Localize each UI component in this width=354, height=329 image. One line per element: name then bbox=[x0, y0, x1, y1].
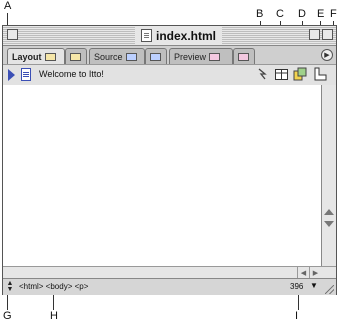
page-icon bbox=[21, 68, 31, 81]
window-size-menu-icon[interactable]: ▼ bbox=[310, 281, 318, 290]
tab-preview[interactable]: Preview bbox=[169, 48, 233, 64]
disclosure-triangle-icon[interactable] bbox=[8, 69, 15, 81]
callout-e: E bbox=[317, 8, 325, 20]
tab-source-label: Source bbox=[94, 51, 123, 62]
layout-alt-icon bbox=[70, 52, 81, 61]
close-box-icon[interactable] bbox=[7, 29, 18, 40]
scroll-right-arrow-icon[interactable]: ▶ bbox=[309, 267, 321, 278]
tag-selector[interactable]: <html> <body> <p> bbox=[19, 282, 88, 291]
window-title-group: index.html bbox=[135, 27, 223, 44]
options-menu-button[interactable]: ▶ bbox=[321, 49, 333, 61]
zoom-box-icon[interactable] bbox=[309, 29, 320, 40]
table-icon[interactable] bbox=[274, 67, 288, 81]
collapse-box-icon[interactable] bbox=[322, 29, 333, 40]
source-alt-icon bbox=[150, 52, 161, 61]
callout-h: H bbox=[50, 310, 58, 322]
scroll-down-arrow-icon[interactable] bbox=[324, 221, 334, 227]
tab-layout-label: Layout bbox=[12, 51, 42, 62]
link-warning-icon[interactable] bbox=[255, 67, 269, 81]
source-view-icon bbox=[125, 52, 137, 61]
tab-layout-alt[interactable] bbox=[65, 48, 87, 64]
resize-grip-icon[interactable] bbox=[325, 285, 334, 294]
page-toolbar: Welcome to Itto! bbox=[3, 64, 336, 86]
page-properties-icon[interactable] bbox=[313, 67, 327, 81]
callout-g: G bbox=[3, 310, 12, 322]
tab-source[interactable]: Source bbox=[89, 48, 145, 64]
tag-selector-toggle-icon[interactable]: ▲ ▼ bbox=[5, 280, 15, 293]
tab-source-alt[interactable] bbox=[145, 48, 167, 64]
layout-view-icon bbox=[44, 52, 56, 61]
status-bar: ▲ ▼ <html> <body> <p> 396 ▼ bbox=[3, 278, 336, 295]
callout-f: F bbox=[330, 8, 337, 20]
down-triangle-icon: ▼ bbox=[6, 285, 14, 293]
window-size-value: 396 bbox=[290, 282, 304, 291]
tab-preview-alt[interactable] bbox=[233, 48, 255, 64]
callout-a: A bbox=[4, 0, 12, 12]
page-title-field[interactable]: Welcome to Itto! bbox=[39, 69, 104, 79]
html-document-icon bbox=[141, 29, 152, 42]
window-titlebar[interactable]: index.html bbox=[3, 26, 336, 46]
callout-c: C bbox=[276, 8, 284, 20]
scroll-up-arrow-icon[interactable] bbox=[324, 209, 334, 215]
document-window: index.html Layout Source Preview ▶ Welco… bbox=[2, 25, 337, 295]
callout-i: I bbox=[295, 310, 299, 322]
tab-preview-label: Preview bbox=[174, 51, 207, 62]
object-icon[interactable] bbox=[293, 67, 307, 81]
vertical-scrollbar[interactable] bbox=[321, 85, 336, 266]
preview-view-icon bbox=[209, 52, 221, 61]
layout-editing-area[interactable] bbox=[3, 85, 321, 266]
play-arrow-icon: ▶ bbox=[324, 52, 330, 59]
callout-b: B bbox=[256, 8, 264, 20]
scroll-left-arrow-icon[interactable]: ◀ bbox=[297, 267, 309, 278]
preview-alt-icon bbox=[238, 52, 249, 61]
tab-layout[interactable]: Layout bbox=[7, 48, 65, 64]
view-tabs: Layout Source Preview ▶ bbox=[3, 46, 336, 64]
window-title: index.html bbox=[156, 28, 217, 43]
callout-d: D bbox=[298, 8, 306, 20]
